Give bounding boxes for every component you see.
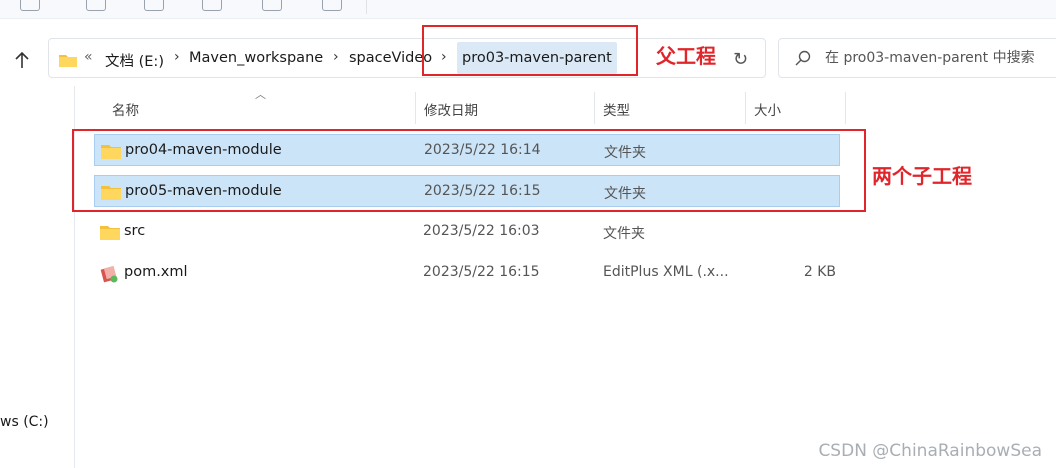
file-size: 2 KB <box>803 264 836 280</box>
breadcrumb-workspace[interactable]: Maven_workspane <box>189 50 323 66</box>
nav-pane-drive-c[interactable]: ws (C:) <box>0 414 49 430</box>
column-header-date[interactable]: 修改日期 <box>416 92 594 124</box>
file-type: 文件夹 <box>604 145 646 161</box>
rename-icon[interactable] <box>262 0 282 11</box>
breadcrumb-current-label: pro03-maven-parent <box>462 50 612 66</box>
cut-icon[interactable] <box>86 0 106 11</box>
column-header-size[interactable]: 大小 <box>746 92 844 124</box>
folder-icon <box>101 184 121 204</box>
search-icon <box>795 50 811 70</box>
folder-icon <box>100 224 120 244</box>
file-type: 文件夹 <box>603 226 645 242</box>
breadcrumb-separator[interactable]: › <box>441 49 447 65</box>
column-header-name[interactable]: 名称 <box>104 92 414 124</box>
search-input[interactable] <box>825 48 1055 68</box>
column-header-name-label: 名称 <box>112 103 139 119</box>
folder-icon <box>59 52 77 71</box>
file-date: 2023/5/22 16:14 <box>424 142 541 158</box>
search-box[interactable] <box>778 38 1056 78</box>
file-date: 2023/5/22 16:15 <box>424 183 541 199</box>
refresh-icon[interactable]: ↻ <box>733 49 748 70</box>
paste-icon[interactable] <box>202 0 222 11</box>
xml-file-icon <box>100 265 120 287</box>
file-name: src <box>124 223 146 239</box>
annotation-parent-label: 父工程 <box>656 44 716 68</box>
file-type: EditPlus XML (.x... <box>603 264 729 280</box>
file-row[interactable]: pro05-maven-module 2023/5/22 16:15 文件夹 <box>94 175 840 207</box>
file-row[interactable]: src 2023/5/22 16:03 文件夹 <box>94 216 840 248</box>
overflow-chevron[interactable]: « <box>84 49 93 65</box>
file-name: pom.xml <box>124 264 188 280</box>
file-date: 2023/5/22 16:15 <box>423 264 540 280</box>
column-header-size-label: 大小 <box>754 103 781 119</box>
column-header-type-label: 类型 <box>603 103 630 119</box>
file-name: pro04-maven-module <box>125 142 282 158</box>
toolbar-divider <box>366 0 367 14</box>
copy-icon[interactable] <box>144 0 164 11</box>
file-date: 2023/5/22 16:03 <box>423 223 540 239</box>
file-row[interactable]: pom.xml 2023/5/22 16:15 EditPlus XML (.x… <box>94 257 840 289</box>
column-divider[interactable] <box>845 92 846 124</box>
file-row[interactable]: pro04-maven-module 2023/5/22 16:14 文件夹 <box>94 134 840 166</box>
column-header-type[interactable]: 类型 <box>595 92 745 124</box>
file-type: 文件夹 <box>604 186 646 202</box>
new-icon[interactable] <box>20 0 40 11</box>
folder-icon <box>101 143 121 163</box>
watermark: CSDN @ChinaRainbowSea <box>818 441 1042 461</box>
breadcrumb-drive[interactable]: 文档 (E:) <box>105 50 164 71</box>
column-header-date-label: 修改日期 <box>424 103 478 119</box>
up-button[interactable] <box>10 46 34 74</box>
breadcrumb-separator[interactable]: › <box>174 49 180 65</box>
arrow-up-icon <box>15 51 29 68</box>
nav-pane-divider <box>74 86 75 468</box>
annotation-children-label: 两个子工程 <box>872 164 972 188</box>
file-name: pro05-maven-module <box>125 183 282 199</box>
breadcrumb-separator[interactable]: › <box>333 49 339 65</box>
breadcrumb-current[interactable]: pro03-maven-parent <box>457 42 617 74</box>
breadcrumb-spacevideo[interactable]: spaceVideo <box>349 50 432 66</box>
command-bar <box>0 0 1056 19</box>
share-icon[interactable] <box>322 0 342 11</box>
